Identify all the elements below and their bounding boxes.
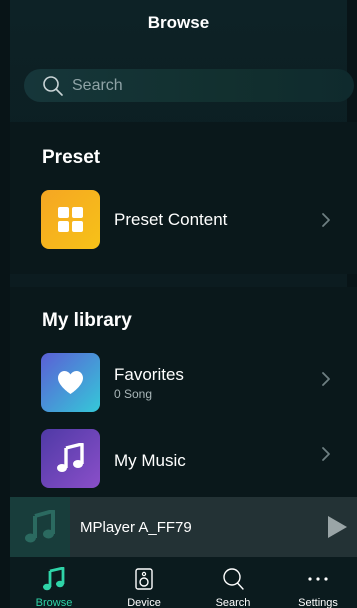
preset-section-title: Preset	[42, 147, 101, 168]
my-music-label: My Music	[114, 451, 186, 470]
search-placeholder: Search	[72, 76, 123, 94]
list-item-favorites[interactable]: Favorites 0 Song	[10, 353, 357, 413]
my-music-tile	[41, 429, 100, 488]
music-note-icon	[25, 510, 55, 543]
music-note-icon	[43, 567, 65, 591]
speaker-icon	[135, 568, 153, 590]
now-playing-artwork	[10, 497, 70, 557]
library-section-title: My library	[42, 310, 132, 331]
tab-device-label: Device	[127, 597, 161, 608]
favorites-count: 0 Song	[114, 387, 153, 401]
chevron-right-icon	[322, 372, 330, 386]
chevron-right-icon	[322, 213, 330, 227]
page-title: Browse	[147, 13, 210, 32]
tab-settings-label: Settings	[298, 597, 338, 608]
list-item-my-music[interactable]: My Music	[10, 429, 357, 489]
favorites-label: Favorites	[114, 365, 184, 384]
favorites-tile	[41, 353, 100, 412]
now-playing-title: MPlayer A_FF79	[80, 519, 192, 536]
more-icon	[308, 577, 328, 581]
tab-search-label: Search	[215, 597, 251, 608]
grid-icon	[58, 207, 83, 232]
play-icon[interactable]	[326, 515, 348, 539]
heart-icon	[58, 371, 83, 394]
frame-edge-left	[0, 0, 10, 608]
now-playing-bar[interactable]: MPlayer A_FF79	[10, 497, 357, 557]
search-icon	[43, 75, 63, 96]
preset-content-tile	[41, 190, 100, 249]
preset-content-label: Preset Content	[114, 210, 228, 229]
tab-device[interactable]: Device	[104, 557, 184, 608]
music-note-icon	[57, 443, 84, 472]
tab-bar: Browse Device Search Settings	[10, 557, 357, 608]
chevron-right-icon	[322, 447, 330, 461]
browse-screen: Browse Search Preset Preset Content My l…	[0, 0, 357, 608]
tab-browse-label: Browse	[35, 597, 73, 608]
list-item-preset-content[interactable]: Preset Content	[10, 190, 357, 250]
search-icon	[223, 568, 244, 590]
tab-browse[interactable]: Browse	[14, 557, 94, 608]
tab-settings[interactable]: Settings	[278, 557, 357, 608]
search-input[interactable]: Search	[24, 69, 354, 102]
tab-search[interactable]: Search	[193, 557, 273, 608]
